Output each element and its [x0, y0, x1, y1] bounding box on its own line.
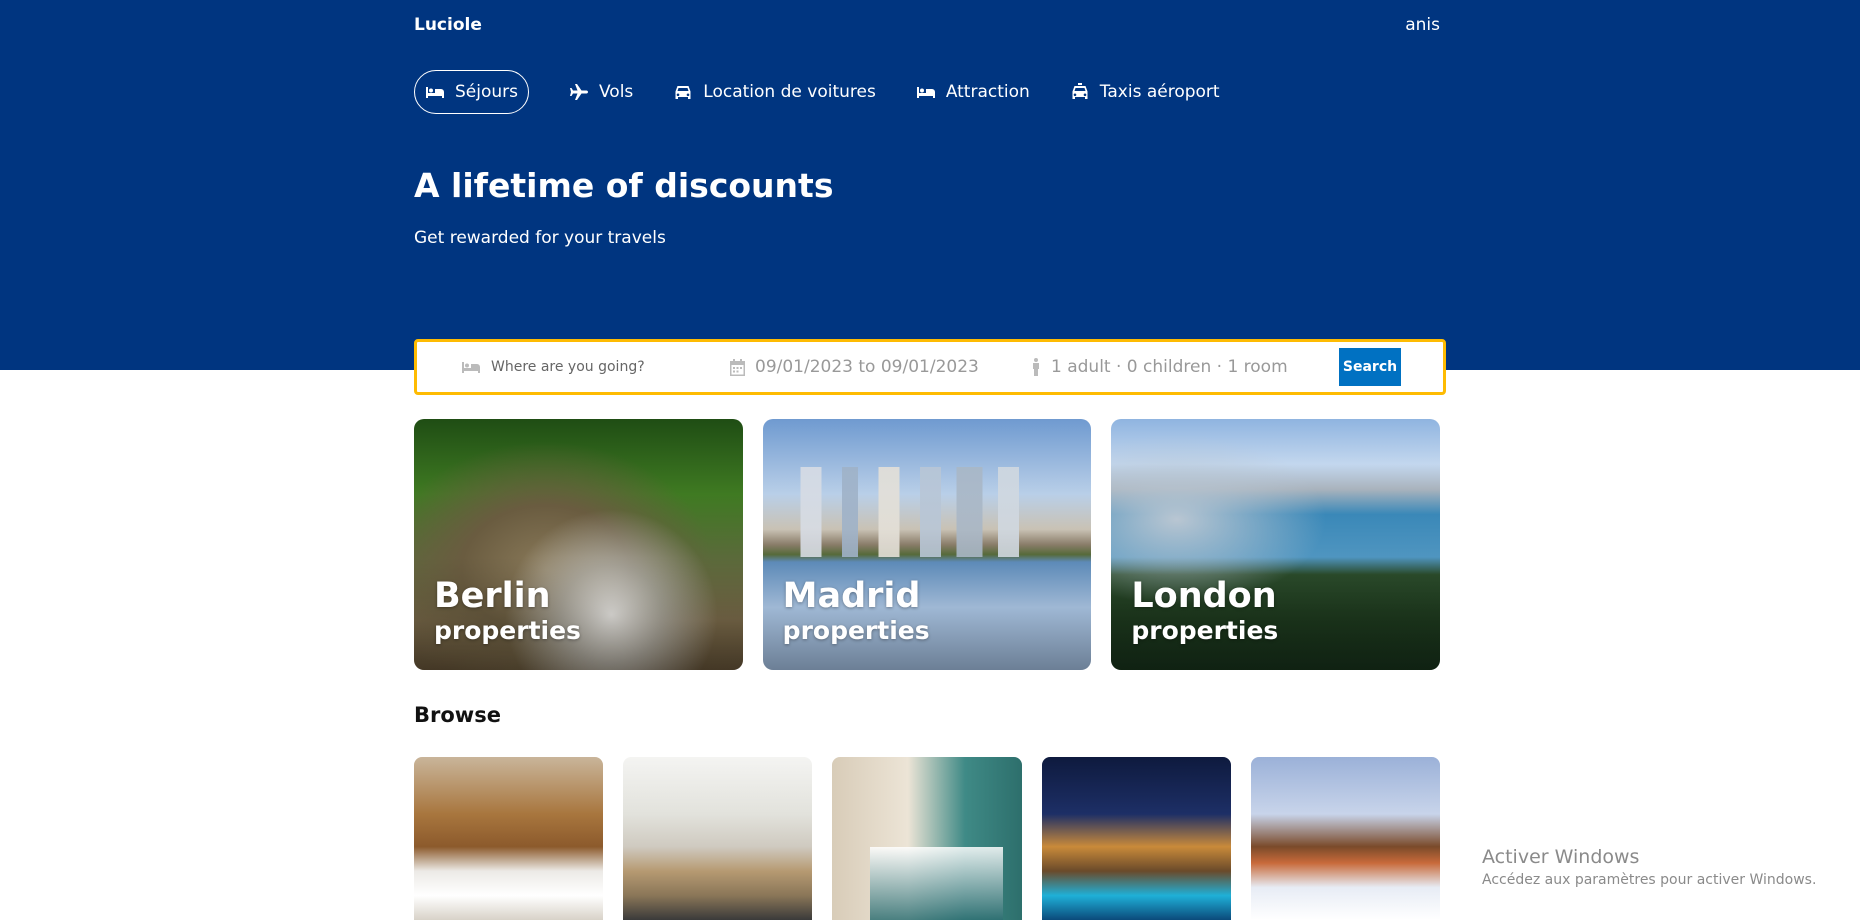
featured-title: Madrid properties [783, 576, 930, 646]
nav-label: Attraction [945, 82, 1030, 102]
windows-activation-watermark: Activer Windows Accédez aux paramètres p… [1482, 846, 1816, 888]
browse-title: Browse [414, 703, 501, 727]
featured-card-london[interactable]: London properties [1111, 419, 1441, 670]
taxi-icon [1072, 83, 1088, 99]
property-type-list [414, 757, 1441, 920]
city-subtitle: properties [434, 616, 581, 645]
property-card-kitchen[interactable] [623, 757, 813, 920]
featured-title: Berlin properties [434, 576, 581, 646]
property-card-suite[interactable] [832, 757, 1022, 920]
bed-icon [426, 87, 444, 98]
destination-field[interactable] [461, 359, 691, 375]
nav-item-vols[interactable]: Vols [569, 70, 633, 114]
nav-item-location-voitures[interactable]: Location de voitures [673, 70, 876, 114]
nav-label: Vols [599, 82, 634, 102]
site-logo[interactable]: Luciole [414, 15, 482, 35]
nav-label: Location de voitures [703, 82, 876, 102]
hero-title: A lifetime of discounts [414, 166, 834, 205]
hero-subtitle: Get rewarded for your travels [414, 228, 666, 248]
property-card-chalet[interactable] [1250, 757, 1441, 920]
calendar-icon [730, 358, 745, 376]
city-name: London [1131, 576, 1277, 616]
nav-label: Séjours [455, 82, 518, 102]
city-subtitle: properties [1131, 616, 1279, 645]
plane-icon [570, 84, 588, 100]
main-nav: Séjours Vols Location de voitures Attrac… [414, 70, 1440, 114]
nav-item-taxis-aeroport[interactable]: Taxis aéroport [1070, 70, 1220, 114]
date-field[interactable]: 09/01/2023 to 09/01/2023 [730, 357, 979, 377]
featured-card-madrid[interactable]: Madrid properties [762, 419, 1092, 670]
nav-label: Taxis aéroport [1099, 82, 1220, 102]
featured-cities: Berlin properties Madrid properties Lond… [414, 419, 1441, 670]
city-subtitle: properties [782, 616, 930, 645]
date-range: 09/01/2023 to 09/01/2023 [755, 357, 979, 377]
watermark-subtitle: Accédez aux paramètres pour activer Wind… [1482, 872, 1817, 888]
featured-title: London properties [1131, 576, 1278, 646]
guests-field[interactable]: 1 adult · 0 children · 1 room [1031, 357, 1288, 377]
car-icon [675, 86, 691, 99]
city-name: Berlin [434, 576, 551, 616]
top-bar: Luciole anis [414, 12, 1440, 38]
search-bar: 09/01/2023 to 09/01/2023 1 adult · 0 chi… [414, 339, 1446, 395]
featured-card-berlin[interactable]: Berlin properties [414, 419, 743, 670]
person-icon [1033, 358, 1039, 376]
bed-icon [916, 87, 935, 98]
city-name: Madrid [782, 576, 921, 616]
user-name[interactable]: anis [1405, 15, 1440, 35]
watermark-title: Activer Windows [1482, 846, 1640, 868]
guests-summary: 1 adult · 0 children · 1 room [1051, 357, 1288, 377]
search-button[interactable]: Search [1339, 348, 1401, 386]
destination-input[interactable] [491, 359, 691, 375]
property-card-villa[interactable] [1041, 757, 1231, 920]
nav-item-sejours[interactable]: Séjours [414, 70, 529, 114]
property-card-bedroom[interactable] [414, 757, 604, 920]
nav-item-attraction[interactable]: Attraction [916, 70, 1030, 114]
bed-icon [462, 362, 480, 373]
